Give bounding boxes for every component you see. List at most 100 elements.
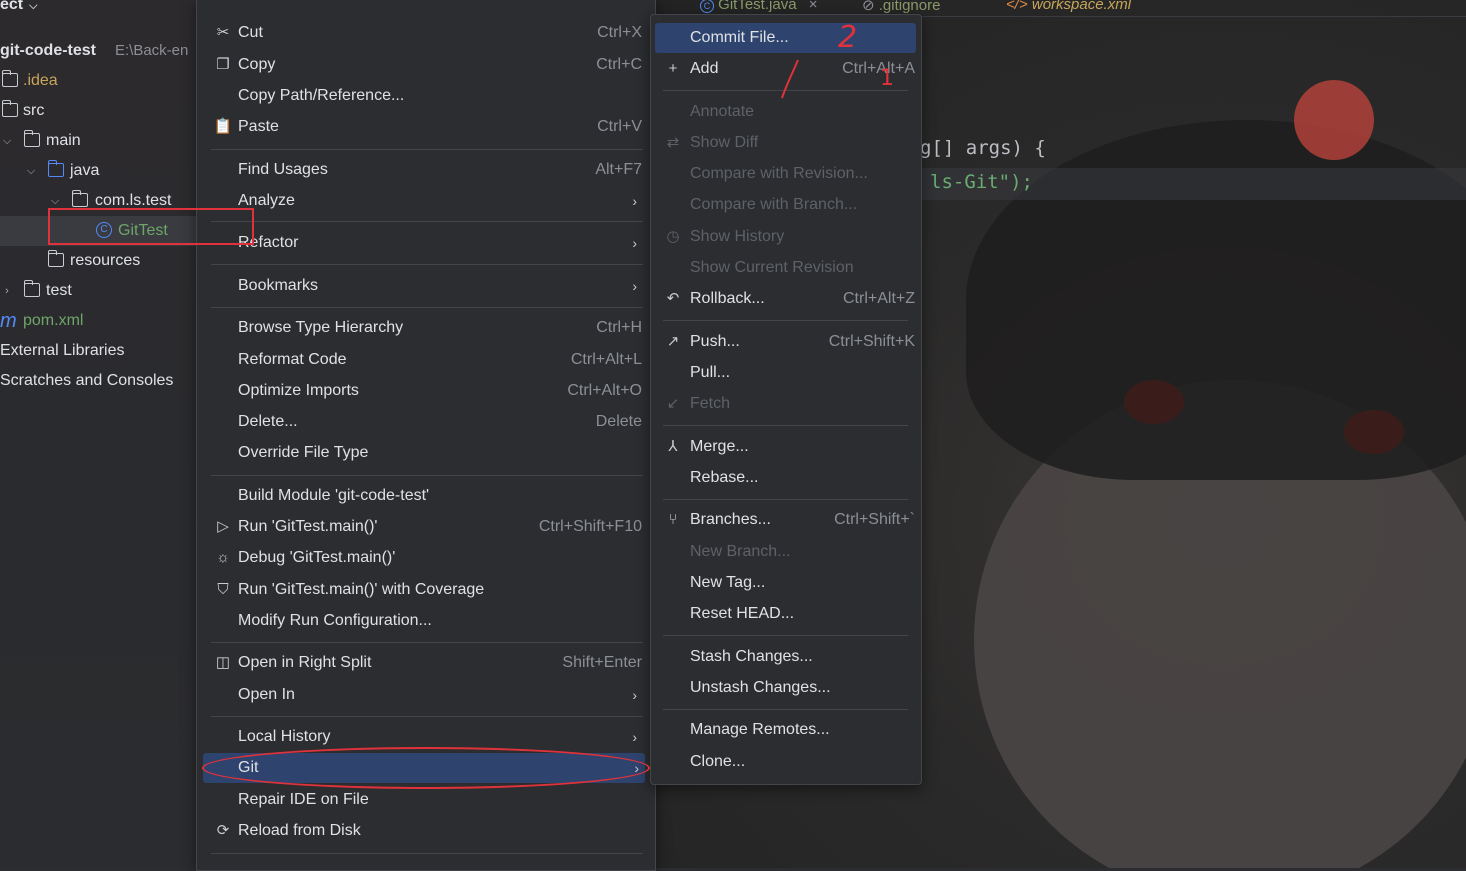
menu-item-label: Compare with Branch... xyxy=(690,196,858,213)
tab-gitignore[interactable]: ⊘ .gitignore xyxy=(862,0,940,14)
menu-item-label: Merge... xyxy=(690,438,749,455)
menu-item-reformat-code[interactable]: Reformat Code Ctrl+Alt+L xyxy=(211,345,643,375)
clock-icon: ◷ xyxy=(666,228,680,245)
menu-item-shortcut: Ctrl+Shift+F10 xyxy=(538,518,642,535)
git-item-branches[interactable]: ⑂ Branches... Ctrl+Shift+` xyxy=(655,505,916,535)
menu-separator xyxy=(211,307,643,308)
project-header[interactable]: ect ⌵ xyxy=(0,0,37,18)
chevron-right-icon[interactable]: › xyxy=(1,276,13,306)
git-item-reset-head[interactable]: Reset HEAD... xyxy=(655,599,916,629)
git-item-pull[interactable]: Pull... xyxy=(655,358,916,388)
git-item-compare-revision[interactable]: Compare with Revision... xyxy=(655,159,916,189)
tab-workspace-xml[interactable]: </> workspace.xml xyxy=(1006,0,1131,13)
tab-gittest[interactable]: C GitTest.java × xyxy=(700,0,817,13)
code-line[interactable]: ls-Git"); xyxy=(930,171,1033,193)
git-item-show-current-revision[interactable]: Show Current Revision xyxy=(655,253,916,283)
menu-item-label: New Tag... xyxy=(690,574,766,591)
git-item-clone[interactable]: Clone... xyxy=(655,747,916,777)
background-artwork-eye xyxy=(1124,380,1184,424)
menu-item-label: Reset HEAD... xyxy=(690,605,795,622)
root-name: git-code-test xyxy=(0,42,96,59)
git-item-show-diff[interactable]: ⇄ Show Diff xyxy=(655,128,916,158)
diff-icon: ⇄ xyxy=(666,134,680,151)
menu-item-open-in[interactable]: Open In › xyxy=(211,680,643,710)
git-item-stash[interactable]: Stash Changes... xyxy=(655,642,916,672)
chevron-right-icon: › xyxy=(632,278,637,294)
git-item-show-history[interactable]: ◷ Show History xyxy=(655,222,916,252)
git-item-rollback[interactable]: ↶ Rollback... Ctrl+Alt+Z xyxy=(655,284,916,314)
annotation-ellipse xyxy=(202,747,650,789)
menu-item-label: Show Diff xyxy=(690,134,759,151)
menu-item-find-usages[interactable]: Find Usages Alt+F7 xyxy=(211,155,643,185)
git-item-manage-remotes[interactable]: Manage Remotes... xyxy=(655,715,916,745)
git-item-rebase[interactable]: Rebase... xyxy=(655,463,916,493)
menu-item-optimize-imports[interactable]: Optimize Imports Ctrl+Alt+O xyxy=(211,376,643,406)
code-line[interactable]: g[] args) { xyxy=(920,137,1046,159)
chevron-down-icon[interactable]: ⌵ xyxy=(1,126,13,156)
chevron-right-icon: › xyxy=(632,193,637,209)
git-item-commit-file[interactable]: Commit File... xyxy=(655,23,916,53)
chevron-down-icon[interactable]: ⌵ xyxy=(25,156,37,186)
menu-item-label: Commit File... xyxy=(690,29,789,46)
menu-item-override-file-type[interactable]: Override File Type xyxy=(211,438,643,468)
menu-item-browse-type-hierarchy[interactable]: Browse Type Hierarchy Ctrl+H xyxy=(211,313,643,343)
menu-item-delete[interactable]: Delete... Delete xyxy=(211,407,643,437)
menu-item-label: Override File Type xyxy=(238,444,369,461)
menu-item-cut[interactable]: ✂ Cut Ctrl+X xyxy=(211,18,643,48)
git-item-fetch[interactable]: ↙ Fetch xyxy=(655,389,916,419)
menu-separator xyxy=(211,642,643,643)
menu-item-reload-from-disk[interactable]: ⟳ Reload from Disk xyxy=(211,816,643,846)
git-item-new-tag[interactable]: New Tag... xyxy=(655,568,916,598)
menu-item-run-coverage[interactable]: ⛉ Run 'GitTest.main()' with Coverage xyxy=(211,575,643,605)
menu-item-label: Run 'GitTest.main()' xyxy=(238,518,378,535)
menu-item-label: Rollback... xyxy=(690,290,765,307)
menu-item-shortcut: Ctrl+Alt+O xyxy=(567,382,642,399)
close-icon[interactable]: × xyxy=(809,0,818,13)
maven-icon: m xyxy=(0,310,17,332)
git-item-unstash[interactable]: Unstash Changes... xyxy=(655,673,916,703)
menu-item-analyze[interactable]: Analyze › xyxy=(211,186,643,216)
folder-icon xyxy=(23,280,40,297)
menu-item-open-right-split[interactable]: ◫ Open in Right Split Shift+Enter xyxy=(211,648,643,678)
menu-separator xyxy=(211,853,643,854)
menu-item-label: Stash Changes... xyxy=(690,648,813,665)
menu-item-label: Clone... xyxy=(690,753,746,770)
menu-item-run[interactable]: ▷ Run 'GitTest.main()' Ctrl+Shift+F10 xyxy=(211,512,643,542)
menu-item-repair-ide[interactable]: Repair IDE on File xyxy=(211,785,643,815)
menu-item-label: Add xyxy=(690,60,719,77)
menu-item-label: Compare with Revision... xyxy=(690,165,868,182)
folder-icon xyxy=(1,100,18,117)
menu-separator xyxy=(663,499,908,500)
xml-icon: </> xyxy=(1006,0,1028,13)
menu-separator xyxy=(211,149,643,150)
menu-item-shortcut: Ctrl+Shift+K xyxy=(828,333,915,350)
menu-item-shortcut: Ctrl+Alt+A xyxy=(842,60,915,77)
menu-item-label: Show Current Revision xyxy=(690,259,854,276)
menu-item-label: Bookmarks xyxy=(238,277,319,294)
git-item-merge[interactable]: ⅄ Merge... xyxy=(655,432,916,462)
menu-item-debug[interactable]: ☼ Debug 'GitTest.main()' xyxy=(211,543,643,573)
tree-item-label: java xyxy=(70,162,100,179)
tree-item-label: main xyxy=(46,132,81,149)
reload-icon: ⟳ xyxy=(216,822,230,839)
menu-item-refactor[interactable]: Refactor › xyxy=(211,228,643,258)
menu-item-label: Modify Run Configuration... xyxy=(238,612,432,629)
menu-item-label: Reload from Disk xyxy=(238,822,361,839)
scissors-icon: ✂ xyxy=(216,24,230,41)
git-item-new-branch[interactable]: New Branch... xyxy=(655,537,916,567)
menu-item-modify-run-config[interactable]: Modify Run Configuration... xyxy=(211,606,643,636)
merge-icon: ⅄ xyxy=(668,438,678,455)
menu-item-build-module[interactable]: Build Module 'git-code-test' xyxy=(211,481,643,511)
menu-item-paste[interactable]: 📋 Paste Ctrl+V xyxy=(211,112,643,142)
menu-item-copy[interactable]: ❐ Copy Ctrl+C xyxy=(211,50,643,80)
menu-item-label: Manage Remotes... xyxy=(690,721,830,738)
package-icon xyxy=(71,190,88,207)
menu-item-copy-path[interactable]: Copy Path/Reference... xyxy=(211,81,643,111)
chevron-down-icon[interactable]: ⌵ xyxy=(29,0,37,13)
git-item-compare-branch[interactable]: Compare with Branch... xyxy=(655,190,916,220)
coverage-icon: ⛉ xyxy=(217,581,229,598)
git-item-push[interactable]: ↗ Push... Ctrl+Shift+K xyxy=(655,327,916,357)
menu-item-bookmarks[interactable]: Bookmarks › xyxy=(211,271,643,301)
background-artwork-flower xyxy=(1294,80,1374,160)
rollback-icon: ↶ xyxy=(666,290,680,307)
